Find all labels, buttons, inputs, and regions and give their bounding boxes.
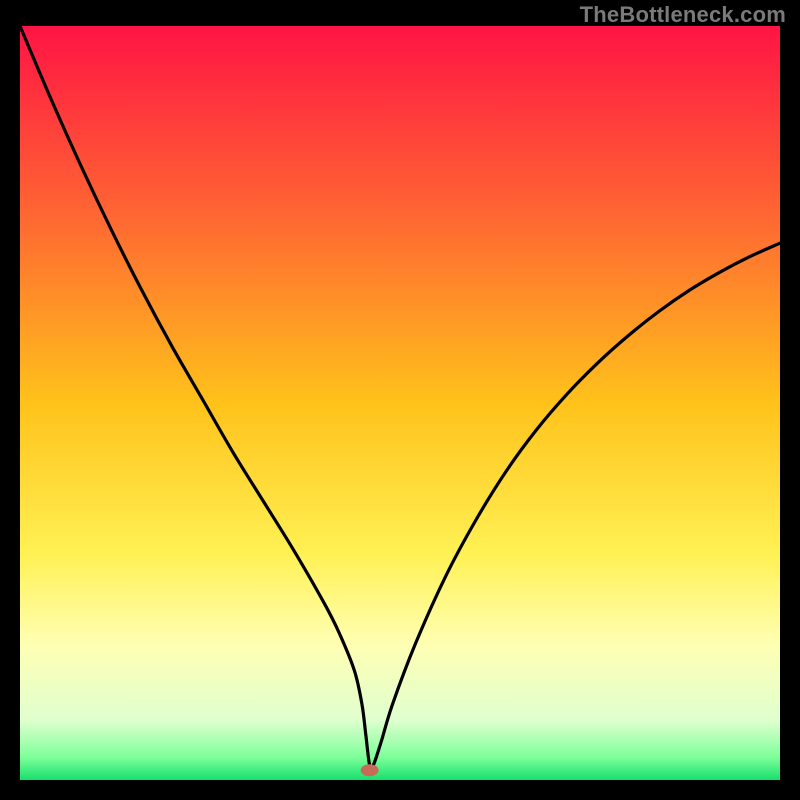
min-marker bbox=[361, 764, 379, 776]
chart-svg bbox=[20, 26, 780, 780]
watermark-text: TheBottleneck.com bbox=[580, 2, 786, 28]
gradient-background bbox=[20, 26, 780, 780]
plot-area bbox=[20, 26, 780, 780]
chart-root: TheBottleneck.com bbox=[0, 0, 800, 800]
